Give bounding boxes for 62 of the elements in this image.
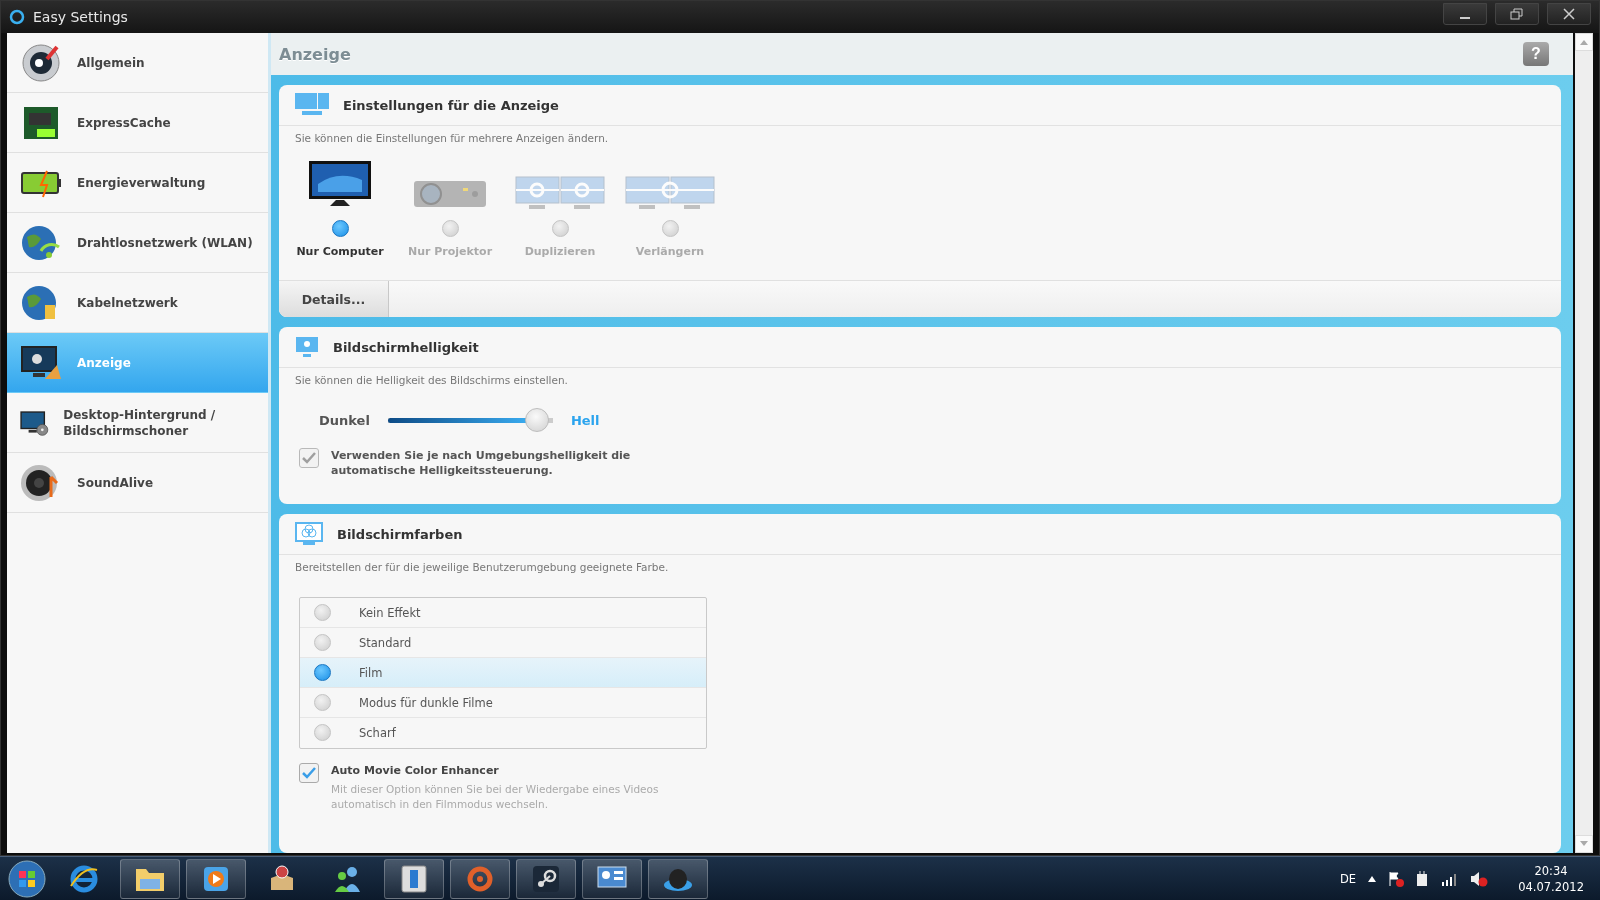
radio-button[interactable]	[441, 220, 459, 237]
sidebar-item[interactable]: SoundAlive	[7, 453, 268, 513]
mode-label: Verlängern	[635, 245, 705, 258]
mode-label: Nur Computer	[296, 245, 384, 258]
window-title: Easy Settings	[33, 9, 129, 25]
taskbar-button[interactable]	[120, 858, 180, 899]
monitor-sun-icon	[295, 336, 319, 358]
dual-monitor-icon	[515, 176, 605, 212]
speaker-muted-icon[interactable]	[1470, 870, 1489, 887]
restore-button[interactable]	[1495, 3, 1539, 25]
radio-button[interactable]	[331, 220, 349, 237]
slider-max-label: Hell	[570, 412, 600, 428]
taskbar-button[interactable]	[648, 858, 708, 899]
close-button[interactable]	[1547, 3, 1591, 25]
slider-thumb[interactable]	[525, 408, 550, 432]
minimize-icon	[1459, 17, 1471, 19]
mode-label: Duplizieren	[524, 245, 596, 258]
clock-date: 04.07.2012	[1518, 879, 1584, 894]
color-mode-option[interactable]: Kein Effekt	[300, 598, 706, 628]
page-title: Anzeige	[279, 44, 351, 64]
section-description: Bereitstellen der für die jeweilige Benutzerumgebung geeignete Farbe.	[294, 560, 670, 573]
steam-icon	[531, 863, 561, 894]
section-description: Sie können die Helligkeit des Bildschirms einstellen.	[294, 373, 569, 386]
clock-time: 20:34	[1534, 863, 1568, 878]
slider-min-label: Dunkel	[319, 412, 370, 428]
taskbar-button[interactable]	[582, 858, 642, 899]
taskbar-button[interactable]	[384, 858, 444, 899]
minimize-button[interactable]	[1443, 3, 1487, 25]
radio-button[interactable]	[661, 220, 679, 237]
device-icon	[400, 863, 428, 894]
checkbox[interactable]	[299, 763, 319, 783]
details-button[interactable]: Details...	[279, 281, 389, 317]
dual-monitor-icon	[625, 176, 715, 212]
section-title: Bildschirmfarben	[337, 526, 463, 542]
monitor-circles-icon	[295, 522, 323, 546]
checkbox-label: Verwenden Sie je nach Umgebungshelligkeit die automatische Helligkeitssteuerung.	[331, 448, 632, 478]
checkbox-label: Auto Movie Color Enhancer	[331, 763, 500, 778]
sidebar-item[interactable]: ExpressCache	[7, 93, 268, 153]
show-hidden-icons-icon[interactable]	[1368, 875, 1377, 882]
color-mode-option[interactable]: Modus für dunkle Filme	[300, 688, 706, 718]
ie-icon	[69, 863, 99, 894]
restore-icon	[1510, 8, 1524, 20]
start-button[interactable]	[6, 858, 48, 899]
color-mode-option[interactable]: Film	[300, 658, 706, 688]
app-logo-icon	[9, 9, 25, 25]
language-indicator[interactable]: DE	[1340, 871, 1357, 886]
section-title: Bildschirmhelligkeit	[333, 339, 479, 355]
flag-icon[interactable]	[1388, 870, 1405, 887]
mode-label: Nur Projektor	[407, 245, 493, 258]
sidebar-item[interactable]: Drahtlosnetzwerk (WLAN)	[7, 213, 268, 273]
checkbox-description: Mit dieser Option können Sie bei der Wiedergabe eines Videos automatisch in den Filmmodus wechseln.	[331, 782, 660, 812]
sidebar-item[interactable]: Allgemein	[7, 33, 268, 93]
sidebar-item[interactable]: Energieverwaltung	[7, 153, 268, 213]
taskbar-button[interactable]	[516, 858, 576, 899]
radio-button[interactable]	[551, 220, 569, 237]
section-title: Einstellungen für die Anzeige	[343, 97, 559, 113]
signal-icon[interactable]	[1442, 871, 1459, 886]
dual-monitor-icon	[295, 93, 329, 117]
close-icon	[1563, 8, 1575, 20]
section-description: Sie können die Einstellungen für mehrere Anzeigen ändern.	[294, 131, 610, 144]
sidebar-item[interactable]: Desktop-Hintergrund / Bildschirmschoner	[7, 393, 268, 453]
color-mode-option[interactable]: Scharf	[300, 718, 706, 748]
